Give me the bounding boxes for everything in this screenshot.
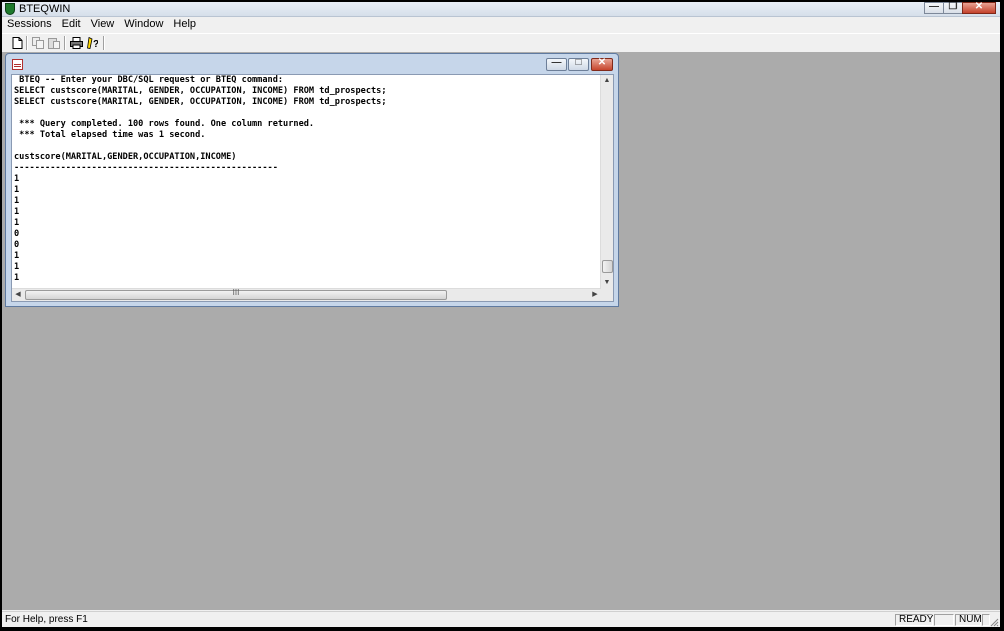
scroll-down-arrow-icon[interactable]: ▼ xyxy=(601,277,613,289)
console-line: 1 xyxy=(14,218,20,228)
console-area[interactable]: BTEQ -- Enter your DBC/SQL request or BT… xyxy=(11,74,614,302)
console-line: 1 xyxy=(14,251,20,261)
toolbar-separator xyxy=(26,36,28,50)
help-icon: ? xyxy=(87,36,98,49)
session-document-icon[interactable] xyxy=(12,59,23,70)
status-ready: READY xyxy=(895,614,933,626)
status-num: NUM xyxy=(955,614,982,626)
console-line: BTEQ -- Enter your DBC/SQL request or BT… xyxy=(14,75,284,85)
console-line: SELECT custscore(MARITAL, GENDER, OCCUPA… xyxy=(14,86,387,96)
help-button[interactable]: ? xyxy=(84,35,100,50)
vertical-scrollbar[interactable]: ▲ ▼ xyxy=(600,75,613,289)
copy-button[interactable] xyxy=(30,35,46,50)
menu-sessions[interactable]: Sessions xyxy=(2,17,57,32)
console-line: 1 xyxy=(14,273,20,283)
scroll-left-arrow-icon[interactable]: ◀ xyxy=(12,289,24,301)
minimize-icon: — xyxy=(551,57,562,68)
close-button[interactable]: ✕ xyxy=(962,2,996,14)
console-line: 1 xyxy=(14,262,20,272)
vertical-scroll-thumb[interactable] xyxy=(602,260,613,273)
bteq-app-icon[interactable] xyxy=(5,3,15,15)
toolbar-separator xyxy=(103,36,105,50)
console-line: 0 xyxy=(14,229,20,239)
horizontal-scroll-thumb[interactable]: III xyxy=(25,288,447,300)
scroll-right-arrow-icon[interactable]: ▶ xyxy=(589,289,601,301)
console-line: SELECT custscore(MARITAL, GENDER, OCCUPA… xyxy=(14,97,387,107)
menu-view[interactable]: View xyxy=(86,17,120,32)
console-line: 1 xyxy=(14,207,20,217)
new-button[interactable] xyxy=(9,35,25,50)
console-line: 0 xyxy=(14,240,20,250)
scrollbar-corner xyxy=(601,289,613,301)
paste-button[interactable] xyxy=(46,35,62,50)
menu-help[interactable]: Help xyxy=(168,17,201,32)
child-minimize-button[interactable]: — xyxy=(546,57,567,71)
window-controls: — ❐ ✕ xyxy=(924,2,996,14)
console-line: 1 xyxy=(14,174,20,184)
console-line: custscore(MARITAL,GENDER,OCCUPATION,INCO… xyxy=(14,152,237,162)
child-maximize-button[interactable]: □ xyxy=(568,57,589,71)
svg-text:?: ? xyxy=(93,39,98,49)
scroll-grip-icon: III xyxy=(232,288,240,297)
status-bar: For Help, press F1 READY NUM xyxy=(2,611,1000,627)
restore-icon: ❐ xyxy=(948,2,958,12)
window-title: BTEQWIN xyxy=(19,3,71,15)
print-icon xyxy=(69,36,83,49)
maximize-button[interactable]: ❐ xyxy=(943,2,963,14)
close-icon: ✕ xyxy=(974,2,984,12)
console-line: 1 xyxy=(14,196,20,206)
horizontal-scrollbar[interactable]: ◀ III ▶ xyxy=(12,288,601,301)
child-close-button[interactable]: ✕ xyxy=(591,57,613,71)
child-title-bar[interactable]: — □ ✕ xyxy=(6,54,618,74)
status-help-text: For Help, press F1 xyxy=(5,614,88,625)
menu-bar: Sessions Edit View Window Help xyxy=(2,17,1000,32)
close-icon: ✕ xyxy=(597,57,607,68)
title-bar[interactable]: BTEQWIN — ❐ ✕ xyxy=(2,2,1000,17)
mdi-workspace: — □ ✕ BTEQ -- Enter your DBC/SQL request… xyxy=(2,52,1000,610)
bteqwin-window: BTEQWIN — ❐ ✕ Sessions Edit View Window … xyxy=(2,2,1000,627)
console-line: ----------------------------------------… xyxy=(14,163,278,173)
scroll-up-arrow-icon[interactable]: ▲ xyxy=(601,75,613,87)
minimize-button[interactable]: — xyxy=(924,2,944,14)
menu-edit[interactable]: Edit xyxy=(57,17,86,32)
toolbar-separator xyxy=(64,36,66,50)
menu-window[interactable]: Window xyxy=(119,17,168,32)
bteq-session-window: — □ ✕ BTEQ -- Enter your DBC/SQL request… xyxy=(5,53,619,307)
console-line: *** Total elapsed time was 1 second. xyxy=(14,130,206,140)
minimize-icon: — xyxy=(929,2,939,12)
resize-grip-icon[interactable] xyxy=(989,617,999,627)
paste-icon xyxy=(47,37,60,49)
new-document-icon xyxy=(12,36,22,49)
maximize-icon: □ xyxy=(575,57,582,68)
print-button[interactable] xyxy=(68,35,84,50)
console-line: 1 xyxy=(14,185,20,195)
console-output: BTEQ -- Enter your DBC/SQL request or BT… xyxy=(14,75,597,289)
console-line: *** Query completed. 100 rows found. One… xyxy=(14,119,315,129)
status-empty-pane xyxy=(934,614,954,626)
copy-icon xyxy=(31,36,44,49)
toolbar: ? xyxy=(2,33,1000,53)
